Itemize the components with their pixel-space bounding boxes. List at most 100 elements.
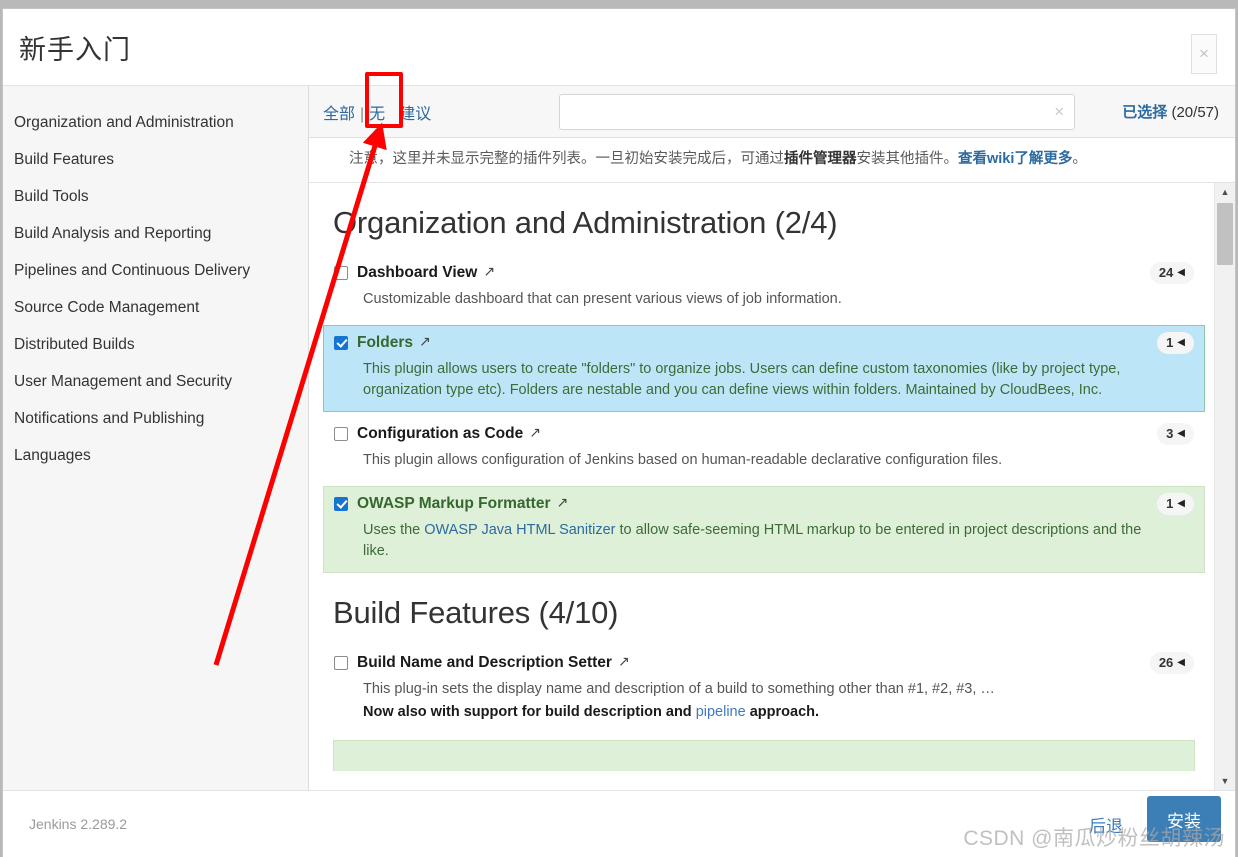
plugin-row-build-name-and-description-setter[interactable]: Build Name and Description Setter ↗ 26 ◀… [323,645,1205,734]
notice-wiki-link[interactable]: 查看wiki了解更多 [958,151,1072,167]
badge-count: 3 [1166,426,1174,442]
plugin-checkbox-configuration-as-code[interactable] [334,426,348,441]
triangle-left-icon: ◀ [1177,497,1185,509]
sidebar-item-build-features[interactable]: Build Features [3,141,308,178]
notice-middle: 安装其他插件。 [856,151,959,167]
plugin-header: Build Name and Description Setter ↗ [334,653,1194,672]
plugin-checkbox-dashboard-view[interactable] [334,265,348,280]
setup-wizard-dialog: 新手入门 × Organization and Administration B… [2,8,1236,857]
plugin-row-folders[interactable]: Folders ↗ 1 ◀ This plugin allows users t… [323,324,1205,412]
scroll-down-icon[interactable]: ▼ [1215,772,1235,790]
badge-count: 1 [1166,335,1174,351]
plugin-row-partial-next[interactable] [333,739,1195,771]
sidebar-item-organization-and-administration[interactable]: Organization and Administration [3,104,308,141]
badge-count: 24 [1158,265,1174,281]
notice-prefix: 注意，这里并未显示完整的插件列表。一旦初始安装完成后，可通过 [349,151,784,167]
plugin-description: This plugin allows configuration of Jenk… [363,451,1003,468]
plugin-description: This plug-in sets the display name and d… [363,679,1194,723]
plugin-dependency-badge[interactable]: 3 ◀ [1157,422,1194,445]
plugin-header: Dashboard View ↗ [334,263,1194,282]
close-icon[interactable]: × [1191,34,1217,74]
plugin-dependency-badge[interactable]: 1 ◀ [1157,492,1194,515]
selected-counter: 已选择 (20/57) [1122,101,1235,122]
plugin-list-scroll-area[interactable]: Organization and Administration (2/4) Da… [309,182,1235,790]
plugin-checkbox-build-name-and-description-setter[interactable] [334,655,348,670]
badge-count: 1 [1166,496,1174,512]
sidebar-item-build-tools[interactable]: Build Tools [3,178,308,215]
filter-links: 全部 | 无建议 [309,100,431,124]
jenkins-version-label: Jenkins 2.289.2 [29,816,128,832]
search-field-wrapper: × [559,93,1076,130]
plugin-header: Folders ↗ [334,333,1194,352]
selected-count-value: (20/57) [1171,104,1219,121]
plugin-description: Uses the OWASP Java HTML Sanitizer to al… [363,520,1194,562]
plugin-row-dashboard-view[interactable]: Dashboard View ↗ 24 ◀ Customizable dashb… [323,255,1205,321]
sidebar-item-languages[interactable]: Languages [3,437,308,474]
plugin-header: Configuration as Code ↗ [334,424,1194,443]
scrollbar-thumb[interactable] [1217,202,1233,265]
owasp-sanitizer-link[interactable]: OWASP Java HTML Sanitizer [424,522,615,538]
sidebar-item-pipelines-and-continuous-delivery[interactable]: Pipelines and Continuous Delivery [3,252,308,289]
description-pre: Uses the [363,521,425,538]
plugin-name-owasp-markup-formatter[interactable]: OWASP Markup Formatter [357,495,551,513]
plugin-name-dashboard-view[interactable]: Dashboard View [357,264,477,282]
filter-toolbar: 全部 | 无建议 × 已选择 (20/57) [309,86,1235,138]
plugin-dependency-badge[interactable]: 1 ◀ [1157,331,1194,354]
dialog-titlebar: 新手入门 × [3,9,1235,86]
plugin-name-folders[interactable]: Folders [357,334,413,352]
search-input[interactable] [559,93,1076,130]
external-link-icon[interactable]: ↗ [419,333,431,350]
plugin-dependency-badge[interactable]: 26 ◀ [1149,651,1194,674]
triangle-left-icon: ◀ [1177,336,1185,348]
sidebar-item-notifications-and-publishing[interactable]: Notifications and Publishing [3,400,308,437]
plugin-checkbox-owasp-markup-formatter[interactable] [334,496,348,511]
plugin-description: This plugin allows users to create "fold… [363,360,1121,398]
notice-suffix: 。 [1072,151,1087,167]
install-button[interactable]: 安装 [1147,796,1221,842]
external-link-icon[interactable]: ↗ [483,263,495,280]
scroll-up-icon[interactable]: ▲ [1215,183,1235,201]
dialog-footer: Jenkins 2.289.2 后退 安装 CSDN @南瓜炒粉丝胡辣汤 [3,791,1235,857]
filter-separator: | [360,105,365,123]
filter-all-link[interactable]: 全部 [323,106,355,123]
plugin-checkbox-folders[interactable] [334,335,348,350]
triangle-left-icon: ◀ [1177,266,1185,278]
sidebar-item-build-analysis-and-reporting[interactable]: Build Analysis and Reporting [3,215,308,252]
plugin-row-configuration-as-code[interactable]: Configuration as Code ↗ 3 ◀ This plugin … [323,416,1205,482]
plugin-name-configuration-as-code[interactable]: Configuration as Code [357,425,523,443]
triangle-left-icon: ◀ [1177,427,1185,439]
vertical-scrollbar[interactable]: ▲ ▼ [1214,182,1235,790]
section-title-build-features: Build Features (4/10) [333,594,619,630]
category-sidebar: Organization and Administration Build Fe… [3,86,309,790]
selected-label[interactable]: 已选择 [1122,104,1167,121]
plugin-header: OWASP Markup Formatter ↗ [334,494,1194,513]
filter-none-link[interactable]: 无 [369,106,385,123]
notice-banner: 注意，这里并未显示完整的插件列表。一旦初始安装完成后，可通过插件管理器安装其他插… [309,138,1235,183]
notice-bold-term: 插件管理器 [784,151,857,167]
pipeline-link[interactable]: pipeline [696,704,746,720]
page-title: 新手入门 [19,34,131,65]
plugin-row-owasp-markup-formatter[interactable]: OWASP Markup Formatter ↗ 1 ◀ Uses the OW… [323,485,1205,573]
triangle-left-icon: ◀ [1177,656,1185,668]
screenshot-root: 新手入门 × Organization and Administration B… [0,0,1238,857]
section-title-organization: Organization and Administration (2/4) [333,204,838,240]
plugin-description: Customizable dashboard that can present … [363,290,842,307]
sidebar-item-user-management-and-security[interactable]: User Management and Security [3,363,308,400]
sidebar-item-distributed-builds[interactable]: Distributed Builds [3,326,308,363]
description-line-2: Now also with support for build descript… [363,702,1154,723]
description-bold-pre: Now also with support for build descript… [363,703,696,720]
plugin-main-panel: 全部 | 无建议 × 已选择 (20/57) 注意，这里并未显示完整的插件列表。一旦… [309,86,1235,790]
back-button[interactable]: 后退 [1083,811,1129,838]
badge-count: 26 [1158,655,1174,671]
filter-suggested-link[interactable]: 建议 [399,106,431,123]
clear-search-icon[interactable]: × [1054,102,1064,121]
description-bold-post: approach. [745,703,820,720]
plugin-name-build-name-and-description-setter[interactable]: Build Name and Description Setter [357,654,612,672]
external-link-icon[interactable]: ↗ [529,424,541,441]
description-line-1: This plug-in sets the display name and d… [363,680,995,697]
plugin-dependency-badge[interactable]: 24 ◀ [1149,261,1194,284]
external-link-icon[interactable]: ↗ [557,494,569,511]
sidebar-item-source-code-management[interactable]: Source Code Management [3,289,308,326]
dialog-body: Organization and Administration Build Fe… [3,86,1235,791]
external-link-icon[interactable]: ↗ [618,653,630,670]
